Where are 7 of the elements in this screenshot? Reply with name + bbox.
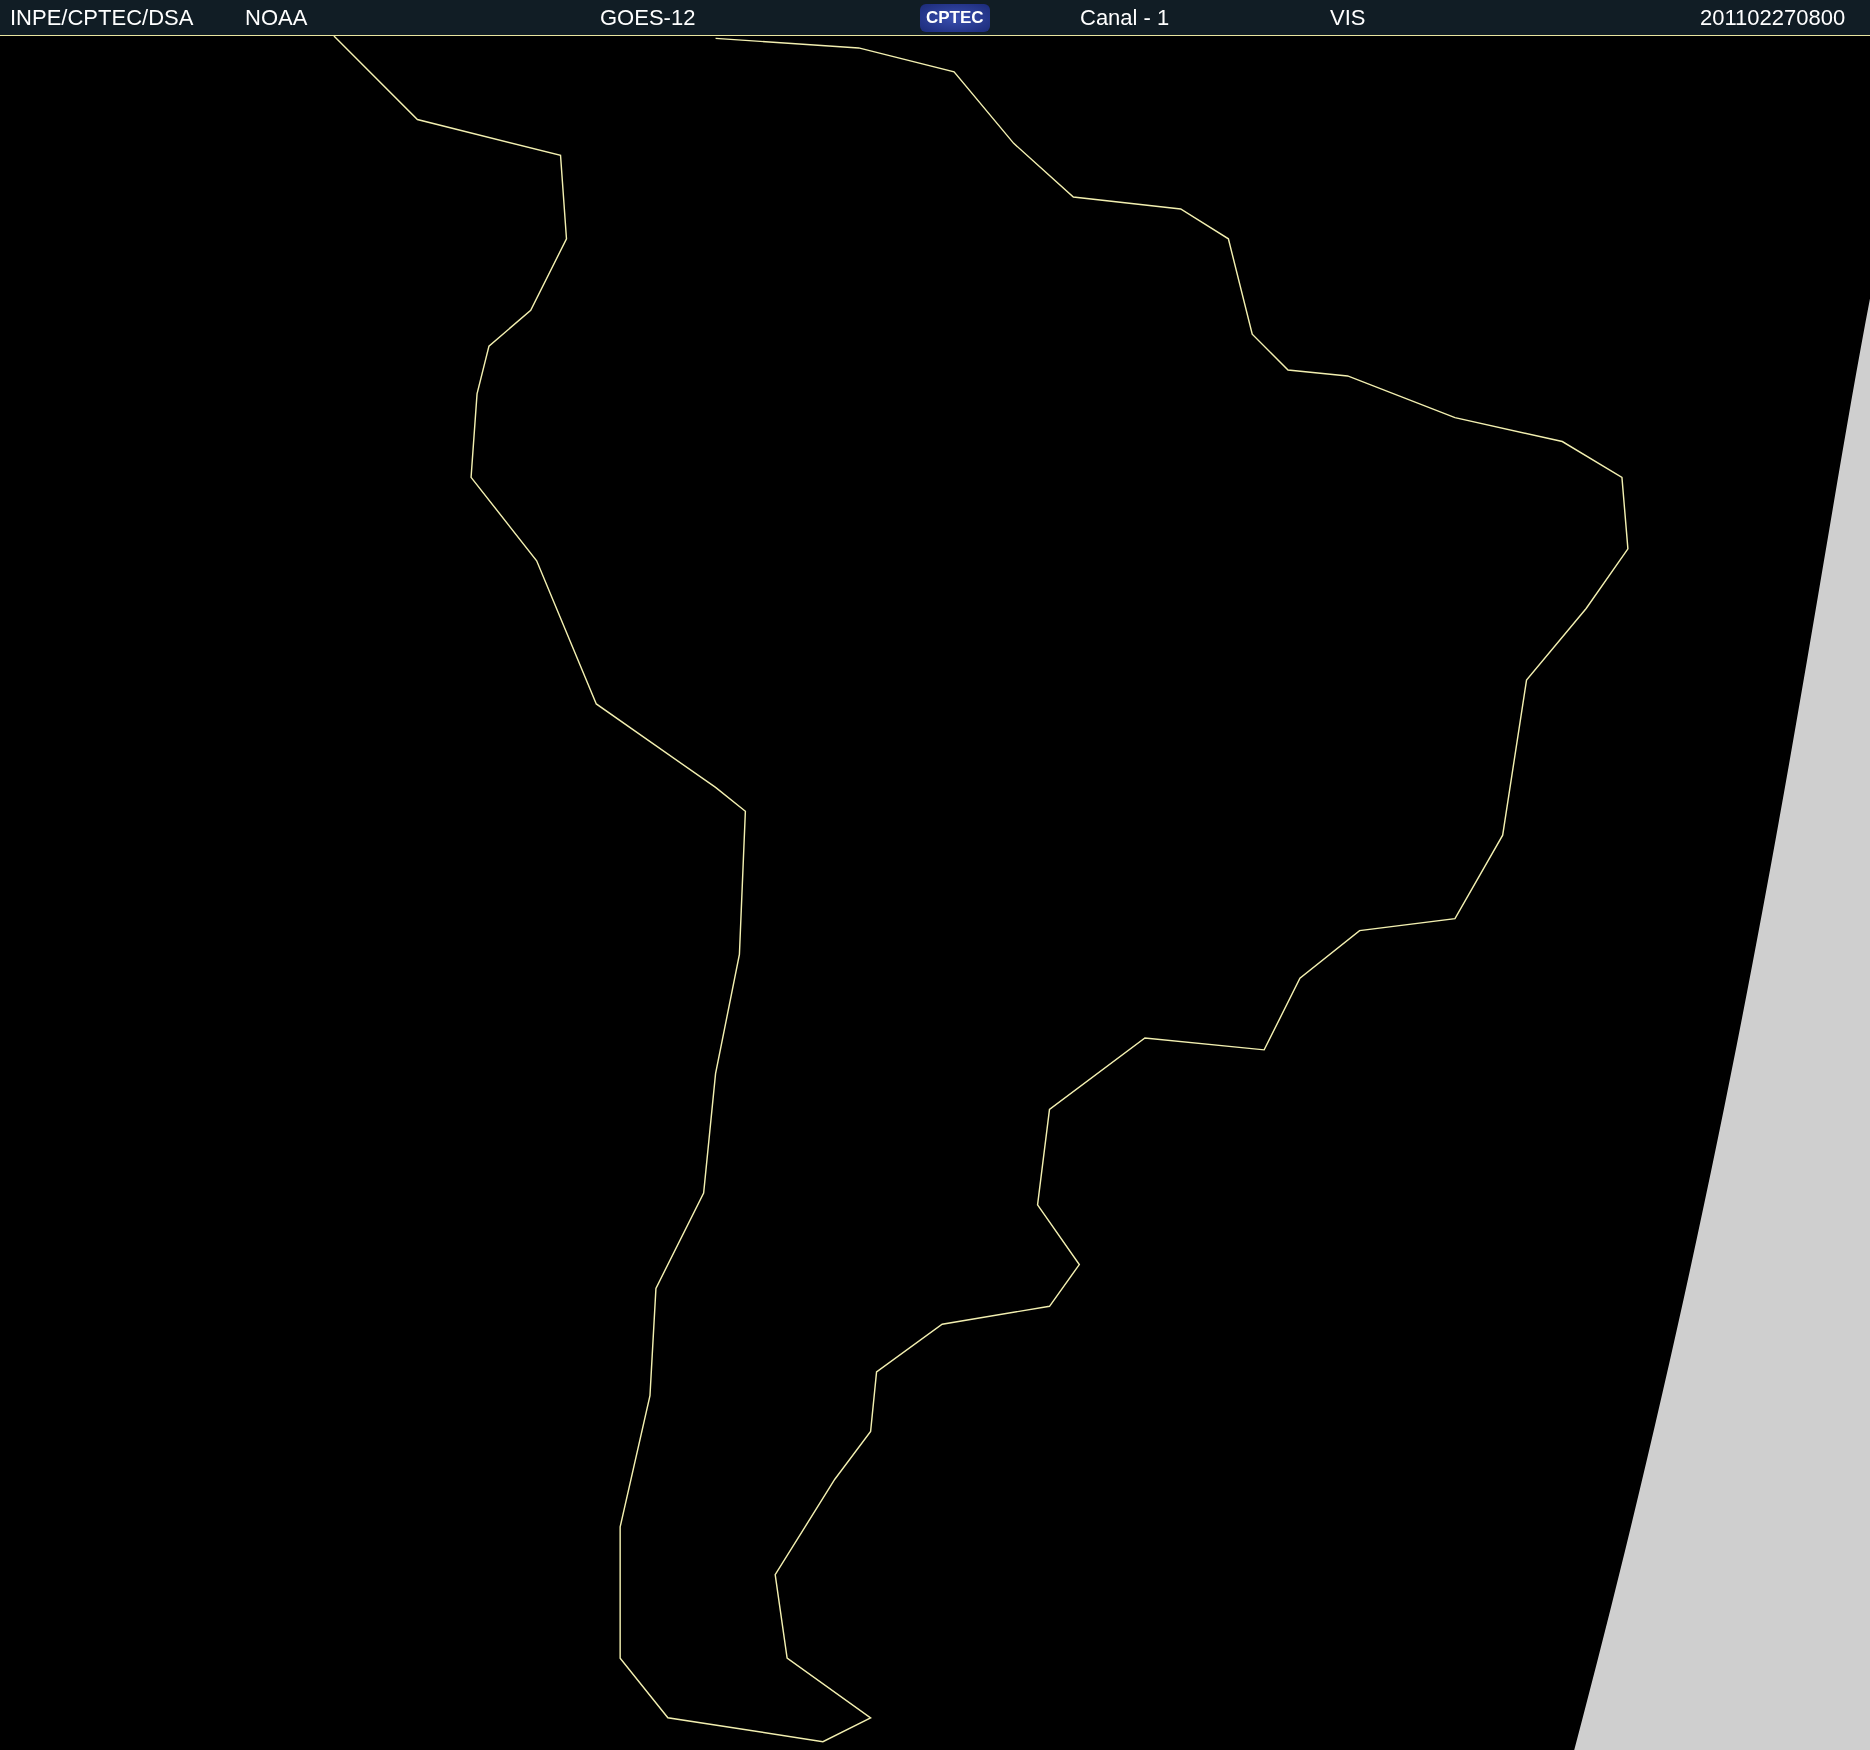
header-label: NOAA [245,4,308,31]
header-label: 201102270800 [1700,4,1846,31]
logo: CPTEC [920,3,990,32]
header-label: GOES-12 [600,4,696,31]
header-label: Canal - 1 [1080,4,1170,31]
header-label: VIS [1330,4,1366,31]
header-label: INPE/CPTEC/DSA [10,4,194,31]
